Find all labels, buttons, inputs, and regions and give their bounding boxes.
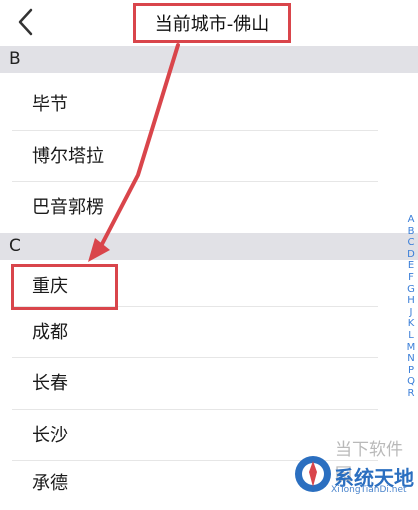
highlight-box — [11, 264, 118, 310]
index-letter-k[interactable]: K — [408, 318, 415, 330]
index-letter-f[interactable]: F — [408, 272, 414, 284]
alphabet-index[interactable]: ABCDEFGHJKLMNPQR — [404, 214, 418, 400]
index-letter-e[interactable]: E — [408, 260, 414, 272]
index-letter-d[interactable]: D — [407, 249, 415, 261]
chevron-left-icon — [18, 8, 33, 36]
watermark-logo — [295, 456, 331, 492]
index-letter-c[interactable]: C — [408, 237, 415, 249]
index-letter-j[interactable]: J — [410, 307, 413, 319]
title-text: 当前城市-佛山 — [154, 14, 270, 35]
index-letter-g[interactable]: G — [407, 284, 415, 296]
city-item-chengdu[interactable]: 成都 — [0, 307, 378, 359]
current-city-title[interactable]: 当前城市-佛山 — [133, 3, 291, 43]
header-bar: 当前城市-佛山 — [0, 0, 418, 44]
city-item-bayinguoleng[interactable]: 巴音郭楞 — [0, 182, 378, 234]
index-letter-h[interactable]: H — [407, 295, 415, 307]
index-letter-m[interactable]: M — [407, 342, 416, 354]
watermark-url: XiTongTianDi.net — [331, 485, 407, 495]
index-letter-r[interactable]: R — [408, 388, 415, 400]
index-letter-b[interactable]: B — [408, 226, 415, 238]
index-letter-p[interactable]: P — [408, 365, 414, 377]
back-button[interactable] — [12, 6, 40, 38]
index-letter-q[interactable]: Q — [407, 376, 415, 388]
city-item-changchun[interactable]: 长春 — [0, 358, 378, 410]
section-header-c: C — [0, 233, 418, 260]
index-letter-l[interactable]: L — [408, 330, 414, 342]
city-item-bijie[interactable]: 毕节 — [0, 79, 378, 131]
index-letter-a[interactable]: A — [408, 214, 415, 226]
section-header-b: B — [0, 46, 418, 73]
city-item-boertala[interactable]: 博尔塔拉 — [0, 131, 378, 183]
index-letter-n[interactable]: N — [407, 353, 414, 365]
